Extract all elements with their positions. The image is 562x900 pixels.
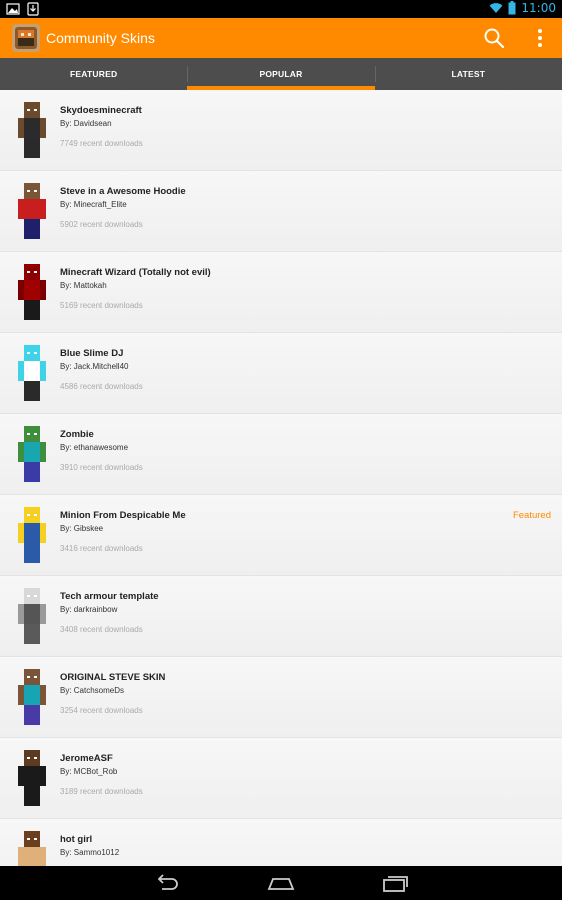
gallery-icon	[6, 3, 20, 15]
skin-downloads: 5902 recent downloads	[60, 220, 143, 229]
skin-title: Steve in a Awesome Hoodie	[60, 186, 186, 197]
tab-popular[interactable]: POPULAR	[187, 58, 375, 90]
skin-author: By: Gibskee	[60, 524, 104, 533]
skin-preview-image	[18, 669, 46, 725]
battery-icon	[508, 1, 516, 15]
download-icon	[27, 2, 39, 16]
skin-downloads: 3416 recent downloads	[60, 544, 143, 553]
skin-preview-image	[18, 264, 46, 320]
list-item[interactable]: hot girl By: Sammo1012	[0, 819, 562, 866]
skin-list[interactable]: Skydoesminecraft By: Davidsean 7749 recent…	[0, 90, 562, 866]
skin-title: Skydoesminecraft	[60, 105, 142, 116]
skin-author: By: Davidsean	[60, 119, 112, 128]
list-item[interactable]: Skydoesminecraft By: Davidsean 7749 recent…	[0, 90, 562, 171]
skin-author: By: MCBot_Rob	[60, 767, 118, 776]
skin-title: Zombie	[60, 429, 94, 440]
skin-downloads: 5169 recent downloads	[60, 301, 143, 310]
app-icon[interactable]	[12, 24, 40, 52]
skin-author: By: CatchsomeDs	[60, 686, 125, 695]
skin-preview-image	[18, 183, 46, 239]
app-title: Community Skins	[46, 30, 155, 46]
tab-bar: FEATURED POPULAR LATEST	[0, 58, 562, 90]
tab-featured[interactable]: FEATURED	[0, 58, 187, 90]
navigation-bar	[0, 866, 562, 900]
skin-downloads: 3408 recent downloads	[60, 625, 143, 634]
skin-author: By: ethanawesome	[60, 443, 129, 452]
list-item[interactable]: Zombie By: ethanawesome 3910 recent downlo…	[0, 414, 562, 495]
wifi-icon	[489, 3, 503, 13]
back-icon[interactable]	[152, 873, 182, 893]
tab-latest[interactable]: LATEST	[374, 58, 562, 90]
skin-preview-image	[18, 102, 46, 158]
skin-preview-image	[18, 345, 46, 401]
skin-downloads: 7749 recent downloads	[60, 139, 143, 148]
home-icon[interactable]	[266, 873, 296, 893]
skin-title: hot girl	[60, 834, 93, 845]
skin-preview-image	[18, 426, 46, 482]
search-icon[interactable]	[482, 26, 506, 50]
skin-author: By: Sammo1012	[60, 848, 120, 857]
list-item[interactable]: Tech armour template By: darkrainbow 3408 …	[0, 576, 562, 657]
list-item[interactable]: Blue Slime DJ By: Jack.Mitchell40 4586 rec…	[0, 333, 562, 414]
skin-preview-image	[18, 588, 46, 644]
skin-author: By: Jack.Mitchell40	[60, 362, 129, 371]
action-bar: Community Skins	[0, 18, 562, 58]
skin-author: By: darkrainbow	[60, 605, 118, 614]
list-item[interactable]: Minecraft Wizard (Totally not evil) By: M…	[0, 252, 562, 333]
skin-downloads: 3254 recent downloads	[60, 706, 143, 715]
list-item[interactable]: JeromeASF By: MCBot_Rob 3189 recent downlo…	[0, 738, 562, 819]
skin-downloads: 3189 recent downloads	[60, 787, 143, 796]
featured-badge: Featured	[512, 510, 551, 521]
skin-preview-image	[18, 831, 46, 866]
overflow-menu-icon[interactable]	[532, 26, 548, 50]
skin-title: Blue Slime DJ	[60, 348, 124, 359]
skin-downloads: 3910 recent downloads	[60, 463, 143, 472]
skin-title: Minion From Despicable Me	[60, 510, 186, 521]
list-item[interactable]: Minion From Despicable Me By: Gibskee 3416…	[0, 495, 562, 576]
recent-apps-icon[interactable]	[380, 873, 410, 893]
skin-preview-image	[18, 507, 46, 563]
skin-preview-image	[18, 750, 46, 806]
skin-title: Minecraft Wizard (Totally not evil)	[60, 267, 211, 278]
skin-author: By: Minecraft_Elite	[60, 200, 127, 209]
skin-title: Tech armour template	[60, 591, 159, 602]
skin-author: By: Mattokah	[60, 281, 107, 290]
status-time: 11:00	[521, 1, 556, 15]
skin-downloads: 4586 recent downloads	[60, 382, 143, 391]
skin-title: JeromeASF	[60, 753, 113, 764]
list-item[interactable]: Steve in a Awesome Hoodie By: Minecraft_E…	[0, 171, 562, 252]
status-bar: 11:00	[0, 0, 562, 18]
skin-title: ORIGINAL STEVE SKIN	[60, 672, 166, 683]
list-item[interactable]: ORIGINAL STEVE SKIN By: CatchsomeDs 3254 r…	[0, 657, 562, 738]
